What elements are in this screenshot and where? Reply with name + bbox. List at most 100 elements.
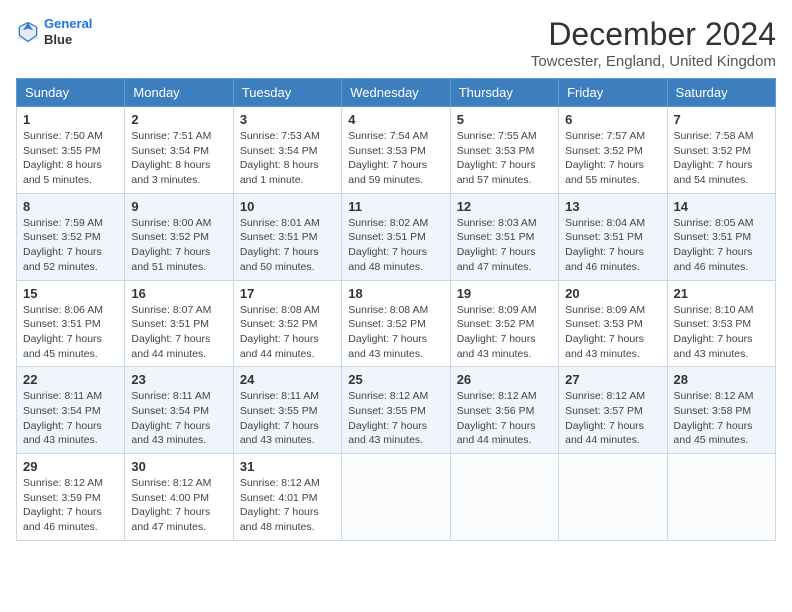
table-row: 22 Sunrise: 8:11 AMSunset: 3:54 PMDayligh… (17, 367, 125, 454)
table-row: 2 Sunrise: 7:51 AMSunset: 3:54 PMDaylight… (125, 107, 233, 194)
day-number: 28 (674, 372, 769, 387)
day-info: Sunrise: 8:09 AMSunset: 3:52 PMDaylight:… (457, 303, 552, 362)
day-info: Sunrise: 8:12 AMSunset: 3:55 PMDaylight:… (348, 389, 443, 448)
table-row: 17 Sunrise: 8:08 AMSunset: 3:52 PMDayligh… (233, 280, 341, 367)
day-number: 21 (674, 286, 769, 301)
table-row: 18 Sunrise: 8:08 AMSunset: 3:52 PMDayligh… (342, 280, 450, 367)
day-info: Sunrise: 7:53 AMSunset: 3:54 PMDaylight:… (240, 129, 335, 188)
table-row: 15 Sunrise: 8:06 AMSunset: 3:51 PMDayligh… (17, 280, 125, 367)
day-info: Sunrise: 8:12 AMSunset: 3:59 PMDaylight:… (23, 476, 118, 535)
day-info: Sunrise: 8:07 AMSunset: 3:51 PMDaylight:… (131, 303, 226, 362)
table-row: 14 Sunrise: 8:05 AMSunset: 3:51 PMDayligh… (667, 193, 775, 280)
calendar-table: Sunday Monday Tuesday Wednesday Thursday… (16, 78, 776, 541)
col-friday: Friday (559, 79, 667, 107)
day-number: 18 (348, 286, 443, 301)
page-header: General Blue December 2024 Towcester, En… (16, 16, 776, 70)
week-row-2: 8 Sunrise: 7:59 AMSunset: 3:52 PMDaylight… (17, 193, 776, 280)
day-info: Sunrise: 8:11 AMSunset: 3:55 PMDaylight:… (240, 389, 335, 448)
day-number: 8 (23, 199, 118, 214)
day-info: Sunrise: 8:09 AMSunset: 3:53 PMDaylight:… (565, 303, 660, 362)
day-number: 6 (565, 112, 660, 127)
day-info: Sunrise: 7:57 AMSunset: 3:52 PMDaylight:… (565, 129, 660, 188)
day-number: 20 (565, 286, 660, 301)
day-number: 22 (23, 372, 118, 387)
month-title: December 2024 (531, 16, 776, 53)
table-row: 26 Sunrise: 8:12 AMSunset: 3:56 PMDayligh… (450, 367, 558, 454)
table-row (559, 454, 667, 541)
week-row-3: 15 Sunrise: 8:06 AMSunset: 3:51 PMDayligh… (17, 280, 776, 367)
day-info: Sunrise: 8:12 AMSunset: 4:01 PMDaylight:… (240, 476, 335, 535)
day-number: 23 (131, 372, 226, 387)
day-info: Sunrise: 8:01 AMSunset: 3:51 PMDaylight:… (240, 216, 335, 275)
day-info: Sunrise: 7:50 AMSunset: 3:55 PMDaylight:… (23, 129, 118, 188)
table-row: 9 Sunrise: 8:00 AMSunset: 3:52 PMDaylight… (125, 193, 233, 280)
week-row-1: 1 Sunrise: 7:50 AMSunset: 3:55 PMDaylight… (17, 107, 776, 194)
table-row: 24Sunrise: 8:11 AMSunset: 3:55 PMDayligh… (233, 367, 341, 454)
week-row-5: 29 Sunrise: 8:12 AMSunset: 3:59 PMDayligh… (17, 454, 776, 541)
table-row: 12Sunrise: 8:03 AMSunset: 3:51 PMDayligh… (450, 193, 558, 280)
day-number: 4 (348, 112, 443, 127)
day-number: 10 (240, 199, 335, 214)
day-info: Sunrise: 7:51 AMSunset: 3:54 PMDaylight:… (131, 129, 226, 188)
day-info: Sunrise: 8:00 AMSunset: 3:52 PMDaylight:… (131, 216, 226, 275)
day-info: Sunrise: 7:58 AMSunset: 3:52 PMDaylight:… (674, 129, 769, 188)
table-row: 1 Sunrise: 7:50 AMSunset: 3:55 PMDaylight… (17, 107, 125, 194)
table-row: 16 Sunrise: 8:07 AMSunset: 3:51 PMDayligh… (125, 280, 233, 367)
day-number: 29 (23, 459, 118, 474)
table-row: 7 Sunrise: 7:58 AMSunset: 3:52 PMDaylight… (667, 107, 775, 194)
col-monday: Monday (125, 79, 233, 107)
table-row: 6 Sunrise: 7:57 AMSunset: 3:52 PMDaylight… (559, 107, 667, 194)
day-info: Sunrise: 8:11 AMSunset: 3:54 PMDaylight:… (23, 389, 118, 448)
table-row (342, 454, 450, 541)
logo-text: General Blue (44, 16, 92, 47)
day-info: Sunrise: 8:04 AMSunset: 3:51 PMDaylight:… (565, 216, 660, 275)
day-number: 2 (131, 112, 226, 127)
day-number: 16 (131, 286, 226, 301)
day-info: Sunrise: 7:54 AMSunset: 3:53 PMDaylight:… (348, 129, 443, 188)
day-info: Sunrise: 8:06 AMSunset: 3:51 PMDaylight:… (23, 303, 118, 362)
table-row: 10 Sunrise: 8:01 AMSunset: 3:51 PMDayligh… (233, 193, 341, 280)
day-info: Sunrise: 8:08 AMSunset: 3:52 PMDaylight:… (348, 303, 443, 362)
calendar-header-row: Sunday Monday Tuesday Wednesday Thursday… (17, 79, 776, 107)
day-info: Sunrise: 8:12 AMSunset: 4:00 PMDaylight:… (131, 476, 226, 535)
day-number: 19 (457, 286, 552, 301)
day-info: Sunrise: 8:08 AMSunset: 3:52 PMDaylight:… (240, 303, 335, 362)
day-number: 25 (348, 372, 443, 387)
day-number: 7 (674, 112, 769, 127)
col-sunday: Sunday (17, 79, 125, 107)
day-info: Sunrise: 7:59 AMSunset: 3:52 PMDaylight:… (23, 216, 118, 275)
location-label: Towcester, England, United Kingdom (531, 53, 776, 70)
logo-line1: General (44, 16, 92, 31)
table-row: 25 Sunrise: 8:12 AMSunset: 3:55 PMDayligh… (342, 367, 450, 454)
table-row: 27Sunrise: 8:12 AMSunset: 3:57 PMDayligh… (559, 367, 667, 454)
table-row: 20 Sunrise: 8:09 AMSunset: 3:53 PMDayligh… (559, 280, 667, 367)
day-info: Sunrise: 8:12 AMSunset: 3:57 PMDaylight:… (565, 389, 660, 448)
col-tuesday: Tuesday (233, 79, 341, 107)
table-row: 30 Sunrise: 8:12 AMSunset: 4:00 PMDayligh… (125, 454, 233, 541)
table-row (667, 454, 775, 541)
table-row: 28Sunrise: 8:12 AMSunset: 3:58 PMDayligh… (667, 367, 775, 454)
day-number: 1 (23, 112, 118, 127)
day-number: 14 (674, 199, 769, 214)
day-number: 15 (23, 286, 118, 301)
day-number: 31 (240, 459, 335, 474)
table-row: 11Sunrise: 8:02 AMSunset: 3:51 PMDayligh… (342, 193, 450, 280)
week-row-4: 22 Sunrise: 8:11 AMSunset: 3:54 PMDayligh… (17, 367, 776, 454)
table-row (450, 454, 558, 541)
day-info: Sunrise: 8:11 AMSunset: 3:54 PMDaylight:… (131, 389, 226, 448)
day-info: Sunrise: 8:05 AMSunset: 3:51 PMDaylight:… (674, 216, 769, 275)
table-row: 31 Sunrise: 8:12 AMSunset: 4:01 PMDayligh… (233, 454, 341, 541)
col-saturday: Saturday (667, 79, 775, 107)
day-info: Sunrise: 8:12 AMSunset: 3:56 PMDaylight:… (457, 389, 552, 448)
table-row: 19 Sunrise: 8:09 AMSunset: 3:52 PMDayligh… (450, 280, 558, 367)
day-number: 17 (240, 286, 335, 301)
day-number: 9 (131, 199, 226, 214)
day-number: 13 (565, 199, 660, 214)
day-number: 3 (240, 112, 335, 127)
col-wednesday: Wednesday (342, 79, 450, 107)
day-info: Sunrise: 7:55 AMSunset: 3:53 PMDaylight:… (457, 129, 552, 188)
day-number: 12 (457, 199, 552, 214)
day-number: 26 (457, 372, 552, 387)
day-number: 30 (131, 459, 226, 474)
table-row: 3 Sunrise: 7:53 AMSunset: 3:54 PMDaylight… (233, 107, 341, 194)
